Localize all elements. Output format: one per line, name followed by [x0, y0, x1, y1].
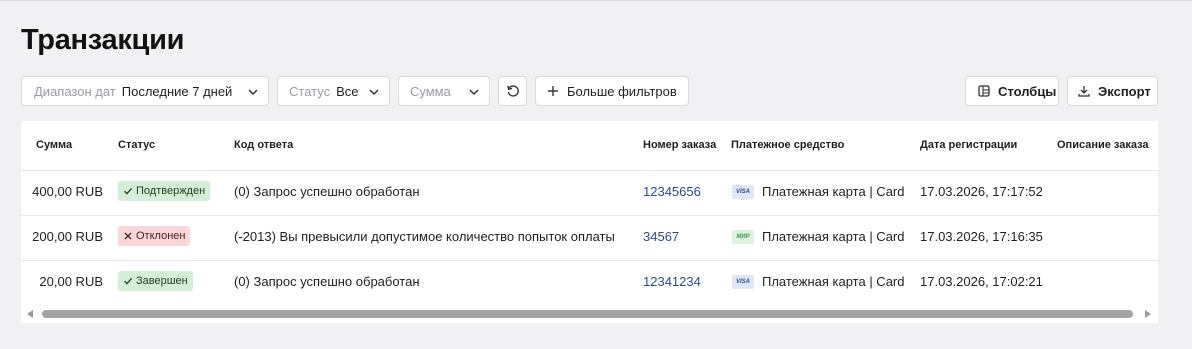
more-filters-label: Больше фильтров — [567, 83, 677, 99]
registration-date-cell: 17.03.2026, 17:02:21 — [920, 274, 1043, 289]
status-label: Отклонен — [136, 230, 186, 242]
horizontal-scrollbar[interactable] — [21, 307, 1158, 319]
refresh-button[interactable] — [498, 76, 527, 106]
status-label: Завершен — [136, 275, 188, 287]
date-range-filter[interactable]: Диапазон дат Последние 7 дней — [21, 76, 269, 106]
divider — [21, 170, 1158, 171]
response-code-cell: (-2013) Вы превысили допустимое количест… — [234, 229, 615, 244]
chevron-down-icon — [369, 89, 379, 96]
more-filters-button[interactable]: Больше фильтров — [535, 76, 689, 106]
status-badge: Завершен — [118, 271, 193, 291]
status-badge: Подтвержден — [118, 181, 211, 201]
registration-date-cell: 17.03.2026, 17:17:52 — [920, 184, 1043, 199]
download-icon — [1078, 86, 1090, 97]
amount-filter-label: Сумма — [410, 83, 451, 99]
columns-label: Столбцы — [998, 83, 1057, 99]
order-number-link[interactable]: 12341234 — [643, 274, 701, 289]
status-filter-value: Все — [336, 83, 359, 99]
check-icon — [124, 277, 133, 285]
header-order-number[interactable]: Номер заказа — [643, 139, 716, 151]
columns-button[interactable]: Столбцы — [965, 76, 1059, 106]
visa-logo-icon: VISA — [732, 275, 754, 289]
divider — [21, 215, 1158, 216]
status-badge: Отклонен — [118, 226, 191, 246]
amount-filter[interactable]: Сумма — [398, 76, 490, 106]
order-number-link[interactable]: 12345656 — [643, 184, 701, 199]
export-label: Экспорт — [1098, 83, 1151, 99]
header-registration-date[interactable]: Дата регистрации — [920, 139, 1017, 151]
header-order-description[interactable]: Описание заказа — [1057, 139, 1149, 151]
close-icon — [124, 232, 132, 240]
arrow-right-icon[interactable] — [1143, 309, 1153, 319]
mir-logo-icon: МИР — [732, 230, 754, 244]
header-response-code[interactable]: Код ответа — [234, 139, 293, 151]
header-status[interactable]: Статус — [118, 139, 155, 151]
plus-icon — [548, 86, 558, 96]
arrow-left-icon[interactable] — [25, 309, 35, 319]
visa-logo-icon: VISA — [732, 185, 754, 199]
payment-method-cell: Платежная карта | Card — [762, 184, 905, 199]
page-title: Транзакции — [21, 24, 185, 56]
amount-cell: 200,00 RUB — [32, 229, 103, 244]
status-label: Подтвержден — [136, 185, 206, 197]
top-border — [0, 0, 1192, 1]
chevron-down-icon — [469, 89, 479, 96]
header-amount[interactable]: Сумма — [36, 139, 72, 151]
transactions-table: Сумма Статус Код ответа Номер заказа Пла… — [21, 121, 1158, 323]
payment-method-cell: Платежная карта | Card — [762, 274, 905, 289]
response-code-cell: (0) Запрос успешно обработан — [234, 184, 420, 199]
payment-method-cell: Платежная карта | Card — [762, 229, 905, 244]
check-icon — [124, 187, 133, 195]
export-button[interactable]: Экспорт — [1067, 76, 1158, 106]
divider — [21, 260, 1158, 261]
response-code-cell: (0) Запрос успешно обработан — [234, 274, 420, 289]
amount-cell: 400,00 RUB — [32, 184, 103, 199]
status-filter-label: Статус — [289, 83, 331, 99]
status-filter[interactable]: Статус Все — [277, 76, 390, 106]
amount-cell: 20,00 RUB — [39, 274, 103, 289]
date-range-filter-value: Последние 7 дней — [121, 83, 233, 99]
order-number-link[interactable]: 34567 — [643, 229, 679, 244]
date-range-filter-label: Диапазон дат — [34, 83, 116, 99]
registration-date-cell: 17.03.2026, 17:16:35 — [920, 229, 1043, 244]
chevron-down-icon — [248, 89, 258, 96]
refresh-icon — [506, 85, 519, 97]
columns-icon — [978, 85, 990, 97]
header-payment-method[interactable]: Платежное средство — [731, 139, 844, 151]
scrollbar-thumb[interactable] — [42, 310, 1133, 318]
